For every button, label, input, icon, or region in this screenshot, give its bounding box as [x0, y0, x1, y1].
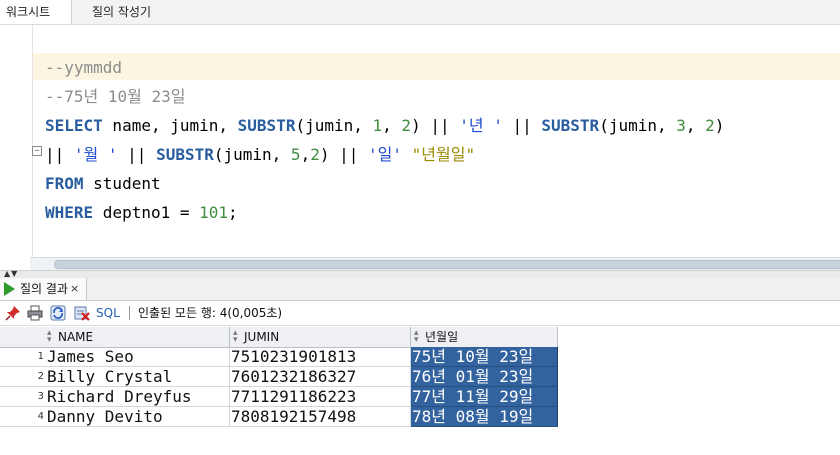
column-header-name[interactable]: ▴ ▾ NAME	[44, 327, 230, 347]
code-line[interactable]: --75년 10월 23일	[45, 82, 186, 111]
sql-token: ||	[45, 145, 74, 164]
result-tab-label: 질의 결과	[20, 282, 68, 296]
sql-token: 2	[705, 116, 715, 135]
fold-toggle[interactable]: −	[32, 146, 42, 156]
column-header-label: NAME	[58, 330, 94, 344]
code-line[interactable]: FROM student	[45, 169, 161, 198]
column-header-label: JUMIN	[244, 330, 280, 344]
sql-editor[interactable]: --yymmdd --75년 10월 23일 SELECT name, jumin,…	[0, 25, 840, 257]
cell-date[interactable]: 78년 08월 19일	[411, 407, 558, 427]
sql-token: (jumin,	[213, 145, 291, 164]
sql-token: 101	[199, 203, 229, 222]
print-icon[interactable]	[27, 305, 43, 321]
row-number: 4	[0, 407, 46, 427]
sort-icon[interactable]: ▴ ▾	[414, 329, 419, 345]
sort-icon[interactable]: ▴ ▾	[233, 329, 238, 345]
cell-jumin[interactable]: 7510231901813	[230, 347, 411, 367]
sql-token: )	[714, 116, 725, 135]
sql-token: 5	[290, 145, 301, 164]
cell-jumin[interactable]: 7808192157498	[230, 407, 411, 427]
sql-token: WHERE	[45, 203, 94, 222]
editor-tab-bar: 워크시트 질의 작성기	[0, 0, 840, 25]
code-line[interactable]: || '월 ' || SUBSTR(jumin, 5,2) || '일' "년월…	[45, 140, 475, 169]
cell-date[interactable]: 75년 10월 23일	[411, 347, 558, 367]
splitter-arrows-icon[interactable]: ▲▼	[4, 270, 18, 278]
tab-worksheet[interactable]: 워크시트	[0, 0, 72, 24]
column-header-label: 년월일	[425, 330, 459, 344]
sql-token: ;	[228, 203, 238, 222]
sql-token: "년월일"	[411, 145, 476, 164]
sql-token: (jumin,	[599, 116, 677, 135]
cell-jumin[interactable]: 7711291186223	[230, 387, 411, 407]
cell-name[interactable]: James Seo	[46, 347, 230, 367]
table-row[interactable]: 1 James Seo 7510231901813 75년 10월 23일	[0, 347, 558, 367]
run-result-icon	[4, 282, 15, 296]
row-number: 1	[0, 347, 46, 367]
sql-token: '월 '	[73, 145, 118, 164]
refresh-icon[interactable]	[50, 305, 66, 321]
toolbar-divider	[129, 306, 130, 320]
cell-name[interactable]: Richard Dreyfus	[46, 387, 230, 407]
sql-token: ) ||	[411, 116, 460, 135]
sql-token: deptno1 =	[93, 203, 200, 222]
row-number: 2	[0, 367, 46, 387]
table-row[interactable]: 3 Richard Dreyfus 7711291186223 77년 11월 …	[0, 387, 558, 407]
sql-token: '일'	[368, 145, 403, 164]
sql-token: (jumin,	[295, 116, 373, 135]
sql-token: 2	[401, 116, 412, 135]
sql-token: ||	[502, 116, 542, 135]
tab-query-builder[interactable]: 질의 작성기	[92, 0, 151, 24]
editor-horizontal-scrollbar[interactable]	[30, 257, 840, 270]
cell-date[interactable]: 76년 01월 23일	[411, 367, 558, 387]
sql-token: SUBSTR	[541, 116, 600, 135]
cell-date[interactable]: 77년 11월 29일	[411, 387, 558, 407]
sql-comment: --yymmdd	[45, 58, 123, 77]
sql-token: ,	[300, 145, 311, 164]
sql-token: 2	[310, 145, 320, 164]
close-icon[interactable]: ×	[70, 278, 79, 300]
cell-name[interactable]: Billy Crystal	[46, 367, 230, 387]
column-header-date[interactable]: ▴ ▾ 년월일	[411, 327, 558, 347]
sql-token: 1	[372, 116, 383, 135]
sql-token: SELECT	[45, 116, 103, 135]
grid-header: ▴ ▾ NAME ▴ ▾ JUMIN ▴ ▾ 년월일	[0, 327, 558, 348]
sql-token: student	[83, 174, 161, 193]
row-number-header	[0, 327, 44, 347]
sql-token: SUBSTR	[237, 116, 296, 135]
pin-icon[interactable]	[5, 305, 21, 321]
current-line-highlight	[33, 53, 840, 80]
column-header-jumin[interactable]: ▴ ▾ JUMIN	[230, 327, 411, 347]
sql-token: ) ||	[319, 145, 369, 164]
cell-jumin[interactable]: 7601232186327	[230, 367, 411, 387]
sql-token: 3	[676, 116, 686, 135]
result-tab-bar: 질의 결과 ×	[0, 278, 840, 301]
code-line[interactable]: --yymmdd	[45, 53, 122, 82]
table-row[interactable]: 2 Billy Crystal 7601232186327 76년 01월 23…	[0, 367, 558, 387]
fetch-status: 인출된 모든 행: 4(0,005초)	[138, 306, 283, 320]
result-toolbar: SQL 인출된 모든 행: 4(0,005초)	[0, 301, 840, 326]
table-row[interactable]: 4 Danny Devito 7808192157498 78년 08월 19일	[0, 407, 558, 427]
sql-token: ||	[117, 145, 157, 164]
code-line[interactable]: SELECT name, jumin, SUBSTR(jumin, 1, 2) …	[45, 111, 724, 140]
row-number: 3	[0, 387, 46, 407]
sql-token: FROM	[45, 174, 84, 193]
scrollbar-thumb[interactable]	[54, 260, 840, 269]
sql-token: SUBSTR	[156, 145, 214, 164]
sql-token: ,	[685, 116, 706, 135]
sql-comment: --75년 10월 23일	[45, 87, 186, 106]
sql-token: '년 '	[459, 116, 503, 135]
sql-token: ,	[382, 116, 402, 135]
clear-icon[interactable]	[74, 305, 90, 321]
code-line[interactable]: WHERE deptno1 = 101;	[45, 198, 238, 227]
cell-name[interactable]: Danny Devito	[46, 407, 230, 427]
tab-query-result[interactable]: 질의 결과 ×	[0, 278, 87, 300]
sort-icon[interactable]: ▴ ▾	[47, 329, 52, 345]
sql-token: name, jumin,	[102, 116, 238, 135]
results-grid[interactable]: ▴ ▾ NAME ▴ ▾ JUMIN ▴ ▾ 년월일 1 James Seo 7510…	[0, 327, 840, 455]
sql-link[interactable]: SQL	[96, 301, 120, 325]
